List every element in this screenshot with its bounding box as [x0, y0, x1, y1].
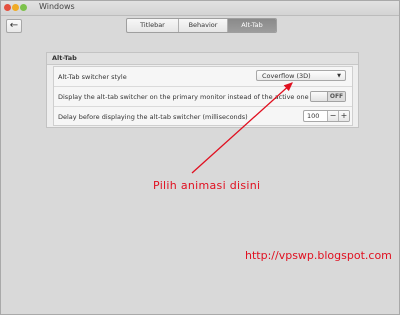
annotation-arrow — [191, 82, 293, 174]
settings-window: Windows ← Titlebar Behavior Alt-Tab Alt-… — [0, 0, 400, 315]
watermark-url: http://vpswp.blogspot.com — [245, 249, 392, 262]
annotation-text: Pilih animasi disini — [153, 179, 261, 192]
